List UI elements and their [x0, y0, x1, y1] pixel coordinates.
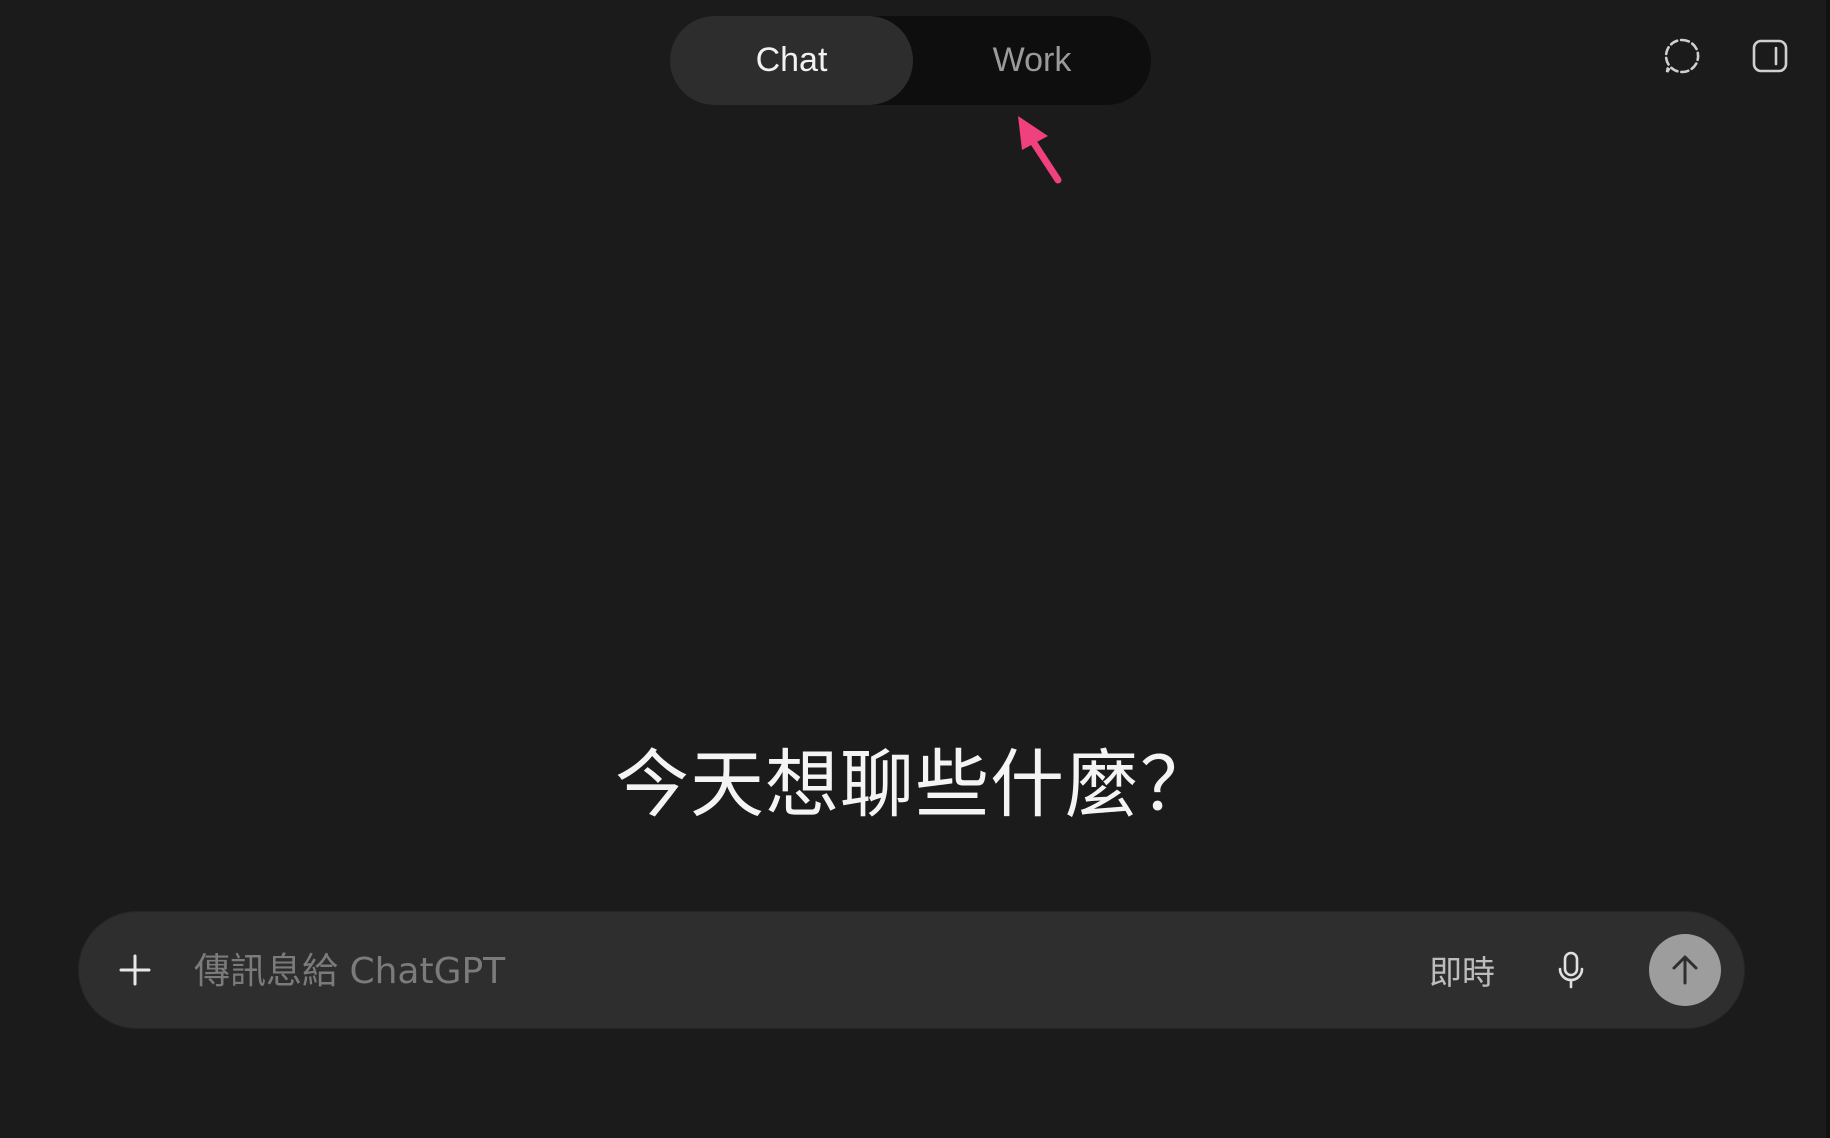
temporary-chat-button[interactable]	[1660, 34, 1704, 78]
microphone-icon	[1558, 951, 1584, 989]
plus-icon	[119, 954, 151, 986]
message-composer: 即時	[79, 912, 1744, 1028]
pointer-arrow-icon	[1018, 116, 1062, 184]
arrow-up-icon	[1672, 955, 1698, 985]
sidebar-toggle-icon	[1752, 39, 1788, 73]
temporary-chat-icon	[1664, 38, 1700, 74]
realtime-button[interactable]: 即時	[1429, 942, 1495, 998]
tab-chat[interactable]: Chat	[670, 16, 913, 105]
add-attachment-button[interactable]	[111, 946, 159, 994]
sidebar-toggle-button[interactable]	[1748, 34, 1792, 78]
tab-work[interactable]: Work	[913, 16, 1151, 105]
app-window: Chat Work 今天想聊些什麼？ 即時	[0, 0, 1830, 1138]
page-title: 今天想聊些什麼？	[615, 742, 1215, 828]
window-edge	[1826, 0, 1830, 1138]
message-input[interactable]	[192, 940, 1396, 1002]
voice-input-button[interactable]	[1547, 946, 1595, 994]
send-button[interactable]	[1649, 934, 1721, 1006]
mode-switch: Chat Work	[670, 16, 1151, 105]
